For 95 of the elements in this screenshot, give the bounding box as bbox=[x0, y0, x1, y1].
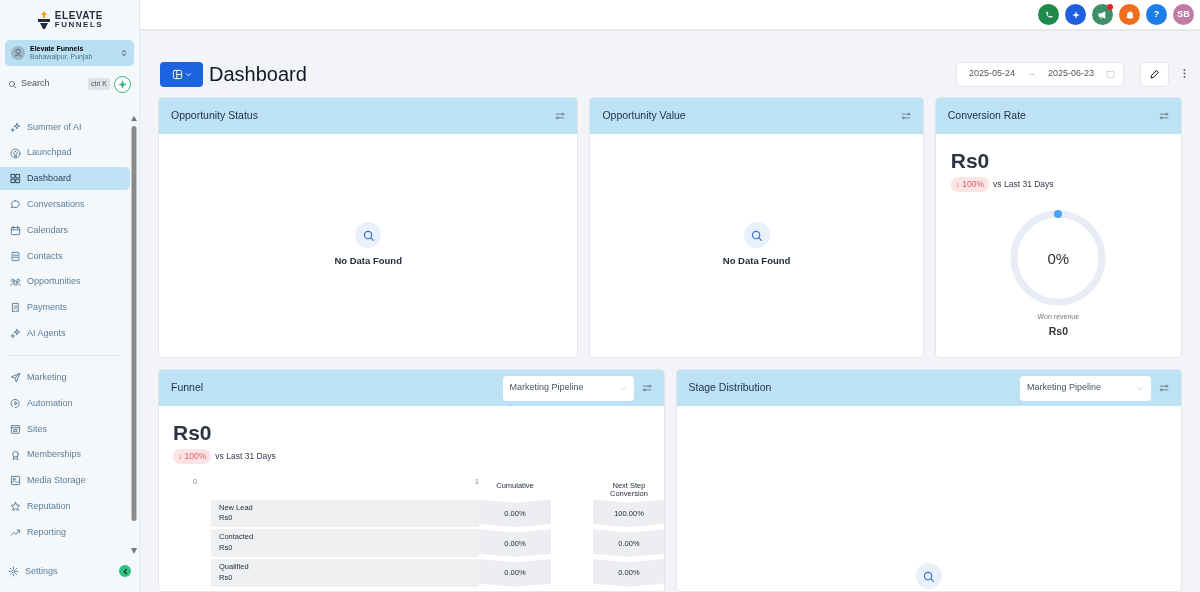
sidebar-item[interactable]: Memberships bbox=[0, 443, 130, 467]
sliders-icon bbox=[1159, 383, 1169, 393]
sidebar-item[interactable]: Dashboard bbox=[0, 167, 130, 191]
collapse-button[interactable] bbox=[119, 565, 131, 578]
filter-button[interactable] bbox=[900, 111, 911, 121]
sidebar-item[interactable]: Payments bbox=[0, 296, 130, 320]
logo-text: FUNNELS bbox=[54, 21, 104, 29]
comparison-label: vs Last 31 Days bbox=[993, 178, 1054, 191]
calendar-icon bbox=[10, 225, 21, 236]
chevron-down-icon bbox=[184, 70, 192, 78]
sidebar-item[interactable]: Marketing bbox=[0, 366, 130, 390]
search-label[interactable]: Search bbox=[21, 77, 50, 91]
layout-icon bbox=[171, 68, 183, 80]
megaphone-button[interactable] bbox=[1092, 4, 1113, 25]
sidebar-item[interactable]: Sites bbox=[0, 417, 130, 441]
play-circle-icon bbox=[10, 397, 21, 409]
filter-button[interactable] bbox=[1159, 111, 1169, 121]
logo-text: ELEVATE bbox=[54, 11, 104, 21]
card-title: Opportunity Status bbox=[171, 108, 258, 124]
ribbon-icon bbox=[10, 449, 21, 461]
sparkle-icon bbox=[10, 121, 21, 133]
sparkle-button[interactable] bbox=[1065, 4, 1086, 25]
people-icon bbox=[10, 276, 21, 288]
scrollbar[interactable] bbox=[131, 116, 137, 556]
sparkle-icon bbox=[118, 79, 127, 89]
pipeline-dropdown[interactable]: Marketing Pipeline bbox=[502, 375, 634, 401]
layout-button[interactable] bbox=[160, 61, 203, 87]
phone-button[interactable] bbox=[1038, 4, 1059, 25]
megaphone-icon bbox=[1097, 9, 1108, 20]
sidebar-item[interactable]: Media Storage bbox=[0, 469, 130, 493]
search-icon bbox=[922, 569, 936, 583]
empty-message: No Data Found bbox=[334, 254, 402, 269]
grid-icon bbox=[10, 173, 21, 185]
image-icon bbox=[10, 475, 21, 487]
sidebar-item[interactable]: Reputation bbox=[0, 495, 130, 519]
logo-icon bbox=[35, 10, 52, 30]
sidebar-item[interactable]: Contacts bbox=[0, 244, 130, 268]
percent-label: 0% bbox=[1047, 250, 1070, 266]
page-title: Dashboard bbox=[209, 62, 307, 86]
user-avatar[interactable]: SB bbox=[1173, 4, 1194, 25]
star-icon bbox=[10, 501, 21, 513]
filter-button[interactable] bbox=[555, 111, 566, 121]
contact-card-icon bbox=[10, 250, 21, 262]
sidebar-item[interactable]: Conversations bbox=[0, 193, 130, 217]
more-options-button[interactable] bbox=[1181, 67, 1188, 81]
caption-value: Rs0 bbox=[1048, 324, 1068, 340]
receipt-icon bbox=[10, 302, 21, 314]
metric-value: Rs0 bbox=[950, 150, 991, 171]
kebab-icon bbox=[1183, 69, 1186, 79]
sidebar-item[interactable]: Opportunities bbox=[0, 270, 130, 294]
sliders-icon bbox=[900, 111, 911, 121]
pipeline-dropdown[interactable]: Marketing Pipeline bbox=[1020, 375, 1151, 401]
filter-button[interactable] bbox=[641, 383, 652, 393]
bell-icon bbox=[1124, 9, 1135, 20]
paper-plane-icon bbox=[10, 372, 21, 384]
sidebar-item[interactable]: Reporting bbox=[0, 520, 130, 544]
change-badge: ↓ 100% bbox=[950, 177, 990, 192]
chevron-down-icon bbox=[619, 384, 627, 392]
notifications-button[interactable] bbox=[1119, 4, 1140, 25]
date-range-field[interactable]: 2025-05-24 → 2025-06-23 bbox=[955, 61, 1124, 87]
chevron-down-icon bbox=[1137, 384, 1144, 392]
calendar-icon bbox=[1106, 69, 1115, 79]
sidebar-item[interactable]: AI Agents bbox=[0, 322, 130, 346]
sidebar-item[interactable]: Launchpad bbox=[0, 141, 130, 165]
add-button[interactable] bbox=[114, 75, 131, 93]
empty-message: No Data Found bbox=[722, 254, 791, 269]
card-title: Opportunity Value bbox=[602, 108, 686, 124]
help-button[interactable]: ? bbox=[1146, 4, 1167, 25]
user-avatar-icon bbox=[11, 46, 25, 60]
sidebar-item[interactable]: Automation bbox=[0, 391, 130, 415]
sliders-icon bbox=[1159, 111, 1169, 121]
sidebar-item[interactable]: Summer of AI bbox=[0, 115, 130, 139]
chevron-up-down-icon bbox=[120, 48, 128, 58]
filter-button[interactable] bbox=[1159, 383, 1169, 393]
sliders-icon bbox=[555, 111, 566, 121]
chat-bubble-icon bbox=[10, 199, 21, 211]
card-title: Stage Distribution bbox=[688, 380, 772, 396]
edit-button[interactable] bbox=[1140, 61, 1169, 87]
settings-link[interactable]: Settings bbox=[25, 564, 58, 578]
pencil-icon bbox=[1149, 68, 1160, 80]
sparkle-icon bbox=[10, 328, 21, 340]
card-title: Conversion Rate bbox=[947, 108, 1026, 124]
bulb-icon bbox=[10, 147, 21, 159]
sliders-icon bbox=[641, 383, 652, 393]
comparison-label: vs Last 31 Days bbox=[215, 450, 276, 463]
browser-window-icon bbox=[10, 423, 21, 435]
change-badge: ↓ 100% bbox=[173, 449, 212, 464]
chevron-left-icon bbox=[121, 567, 129, 575]
card-title: Funnel bbox=[171, 380, 204, 396]
search-icon bbox=[750, 228, 764, 242]
metric-value: Rs0 bbox=[173, 422, 213, 443]
search-icon bbox=[361, 228, 375, 242]
sidebar-item[interactable]: Calendars bbox=[0, 219, 130, 242]
search-icon bbox=[8, 79, 17, 89]
trend-line-icon bbox=[10, 526, 21, 538]
